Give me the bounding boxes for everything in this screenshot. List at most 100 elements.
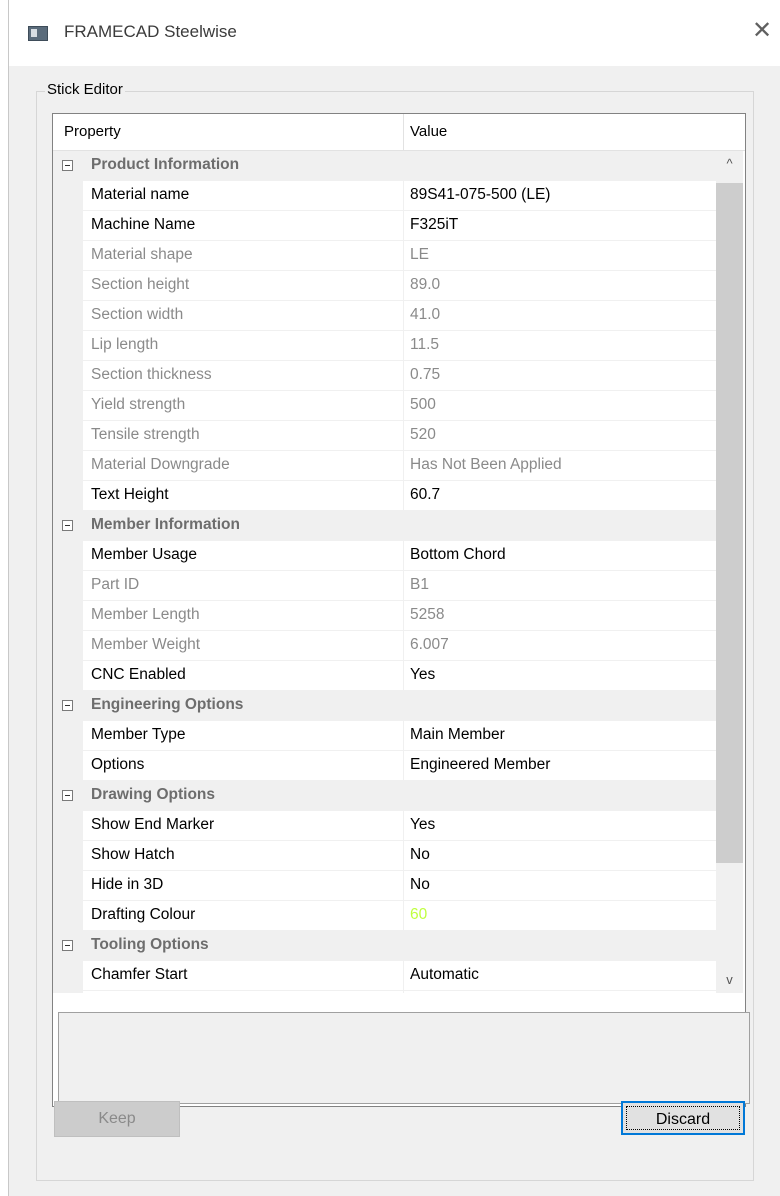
close-icon[interactable]: ✕ bbox=[749, 18, 775, 44]
dialog-window: FRAMECAD Steelwise ✕ Stick Editor Proper… bbox=[8, 0, 780, 1196]
property-name: Material Downgrade bbox=[91, 456, 230, 473]
property-name: Machine Name bbox=[91, 216, 196, 233]
property-value[interactable]: Bottom Chord bbox=[410, 546, 506, 564]
property-row[interactable]: Show End Marker Yes bbox=[53, 811, 716, 841]
property-name: Section thickness bbox=[91, 366, 212, 383]
property-row[interactable]: Material name 89S41-075-500 (LE) bbox=[53, 181, 716, 211]
property-row[interactable]: Member Length 5258 bbox=[53, 601, 716, 631]
collapse-icon[interactable] bbox=[62, 520, 73, 531]
property-row[interactable]: Chamfer Start Automatic bbox=[53, 961, 716, 991]
collapse-icon[interactable] bbox=[62, 160, 73, 171]
group-label: Stick Editor bbox=[45, 81, 125, 98]
property-value[interactable]: 60.7 bbox=[410, 486, 440, 504]
category-row[interactable]: Member Information bbox=[53, 511, 716, 541]
property-value: LE bbox=[410, 246, 429, 263]
vertical-scrollbar[interactable]: ^ v bbox=[716, 151, 743, 993]
property-name: Drafting Colour bbox=[91, 906, 196, 923]
property-name: Hide in 3D bbox=[91, 876, 164, 893]
property-name: Yield strength bbox=[91, 396, 186, 413]
property-name: Member Usage bbox=[91, 546, 197, 563]
property-value[interactable]: Engineered Member bbox=[410, 756, 550, 774]
property-name: Section height bbox=[91, 276, 190, 293]
property-value[interactable]: Yes bbox=[410, 816, 435, 834]
property-name: Material name bbox=[91, 186, 190, 203]
keep-button[interactable]: Keep bbox=[54, 1101, 180, 1137]
property-row[interactable]: Machine Name F325iT bbox=[53, 211, 716, 241]
property-name: Options bbox=[91, 756, 145, 773]
property-value[interactable]: No bbox=[410, 876, 430, 894]
property-value: 11.5 bbox=[410, 336, 440, 353]
property-value[interactable]: F325iT bbox=[410, 216, 458, 234]
property-row[interactable]: Member Weight 6.007 bbox=[53, 631, 716, 661]
property-name: Member Weight bbox=[91, 636, 201, 653]
property-column-header[interactable]: Property bbox=[64, 123, 121, 140]
property-row[interactable]: Part ID B1 bbox=[53, 571, 716, 601]
title-bar: FRAMECAD Steelwise ✕ bbox=[9, 0, 780, 66]
property-row[interactable]: Lip length 11.5 bbox=[53, 331, 716, 361]
property-row[interactable]: Section width 41.0 bbox=[53, 301, 716, 331]
category-label: Product Information bbox=[91, 156, 240, 173]
window-title: FRAMECAD Steelwise bbox=[64, 22, 237, 41]
discard-button[interactable]: Discard bbox=[621, 1101, 745, 1135]
property-row[interactable]: Yield strength 500 bbox=[53, 391, 716, 421]
category-row[interactable]: Tooling Options bbox=[53, 931, 716, 961]
property-value: 5258 bbox=[410, 606, 445, 623]
category-row[interactable]: Engineering Options bbox=[53, 691, 716, 721]
collapse-icon[interactable] bbox=[62, 940, 73, 951]
property-value[interactable]: No bbox=[410, 846, 430, 864]
property-row[interactable]: Tensile strength 520 bbox=[53, 421, 716, 451]
property-value[interactable]: 60 bbox=[410, 906, 427, 924]
property-value: 520 bbox=[410, 426, 436, 443]
collapse-icon[interactable] bbox=[62, 790, 73, 801]
scroll-down-icon[interactable]: v bbox=[716, 967, 743, 993]
property-name: Text Height bbox=[91, 486, 169, 503]
property-value[interactable]: Main Member bbox=[410, 726, 505, 744]
property-name: Lip length bbox=[91, 336, 159, 353]
property-row[interactable]: Hide in 3D No bbox=[53, 871, 716, 901]
category-label: Engineering Options bbox=[91, 696, 244, 713]
property-name: Show Hatch bbox=[91, 846, 175, 863]
property-value[interactable]: Automatic bbox=[410, 966, 479, 984]
property-value: 6.007 bbox=[410, 636, 449, 653]
property-rows: Product Information Material name 89S41-07… bbox=[53, 151, 716, 993]
category-row[interactable]: Product Information bbox=[53, 151, 716, 181]
property-name: Member Length bbox=[91, 606, 200, 623]
property-row[interactable]: Material Downgrade Has Not Been Applied bbox=[53, 451, 716, 481]
property-row[interactable]: Show Hatch No bbox=[53, 841, 716, 871]
scroll-thumb[interactable] bbox=[716, 183, 743, 863]
property-row[interactable]: CNC Enabled Yes bbox=[53, 661, 716, 691]
property-value: 0.75 bbox=[410, 366, 441, 383]
property-grid: Property Value Product Information Materi… bbox=[52, 113, 746, 1107]
property-row[interactable]: Section thickness 0.75 bbox=[53, 361, 716, 391]
category-label: Member Information bbox=[91, 516, 240, 533]
property-row[interactable]: Text Height 60.7 bbox=[53, 481, 716, 511]
grid-header: Property Value bbox=[53, 114, 745, 151]
property-row[interactable]: Member Usage Bottom Chord bbox=[53, 541, 716, 571]
property-value: 500 bbox=[410, 396, 436, 413]
property-value: 41.0 bbox=[410, 306, 441, 323]
category-label: Drawing Options bbox=[91, 786, 215, 803]
property-name: CNC Enabled bbox=[91, 666, 186, 683]
property-row[interactable]: Material shape LE bbox=[53, 241, 716, 271]
value-column-header[interactable]: Value bbox=[410, 123, 447, 140]
scroll-up-icon[interactable]: ^ bbox=[716, 151, 743, 177]
property-row[interactable]: Section height 89.0 bbox=[53, 271, 716, 301]
property-value: 89.0 bbox=[410, 276, 441, 293]
property-value: B1 bbox=[410, 576, 429, 593]
property-name: Tensile strength bbox=[91, 426, 200, 443]
property-value[interactable]: Yes bbox=[410, 666, 435, 684]
property-row[interactable]: Options Engineered Member bbox=[53, 751, 716, 781]
property-name: Part ID bbox=[91, 576, 140, 593]
description-panel bbox=[58, 1012, 750, 1104]
collapse-icon[interactable] bbox=[62, 700, 73, 711]
property-value[interactable]: 89S41-075-500 (LE) bbox=[410, 186, 550, 204]
property-name: Section width bbox=[91, 306, 184, 323]
property-row[interactable]: Member Type Main Member bbox=[53, 721, 716, 751]
category-row[interactable]: Drawing Options bbox=[53, 781, 716, 811]
property-name: Member Type bbox=[91, 726, 186, 743]
property-row[interactable]: Drafting Colour 60 bbox=[53, 901, 716, 931]
property-name: Show End Marker bbox=[91, 816, 215, 833]
property-name: Chamfer Start bbox=[91, 966, 188, 983]
property-value: Has Not Been Applied bbox=[410, 456, 562, 473]
property-row[interactable]: Chamfer EndAutomatic bbox=[53, 991, 716, 993]
